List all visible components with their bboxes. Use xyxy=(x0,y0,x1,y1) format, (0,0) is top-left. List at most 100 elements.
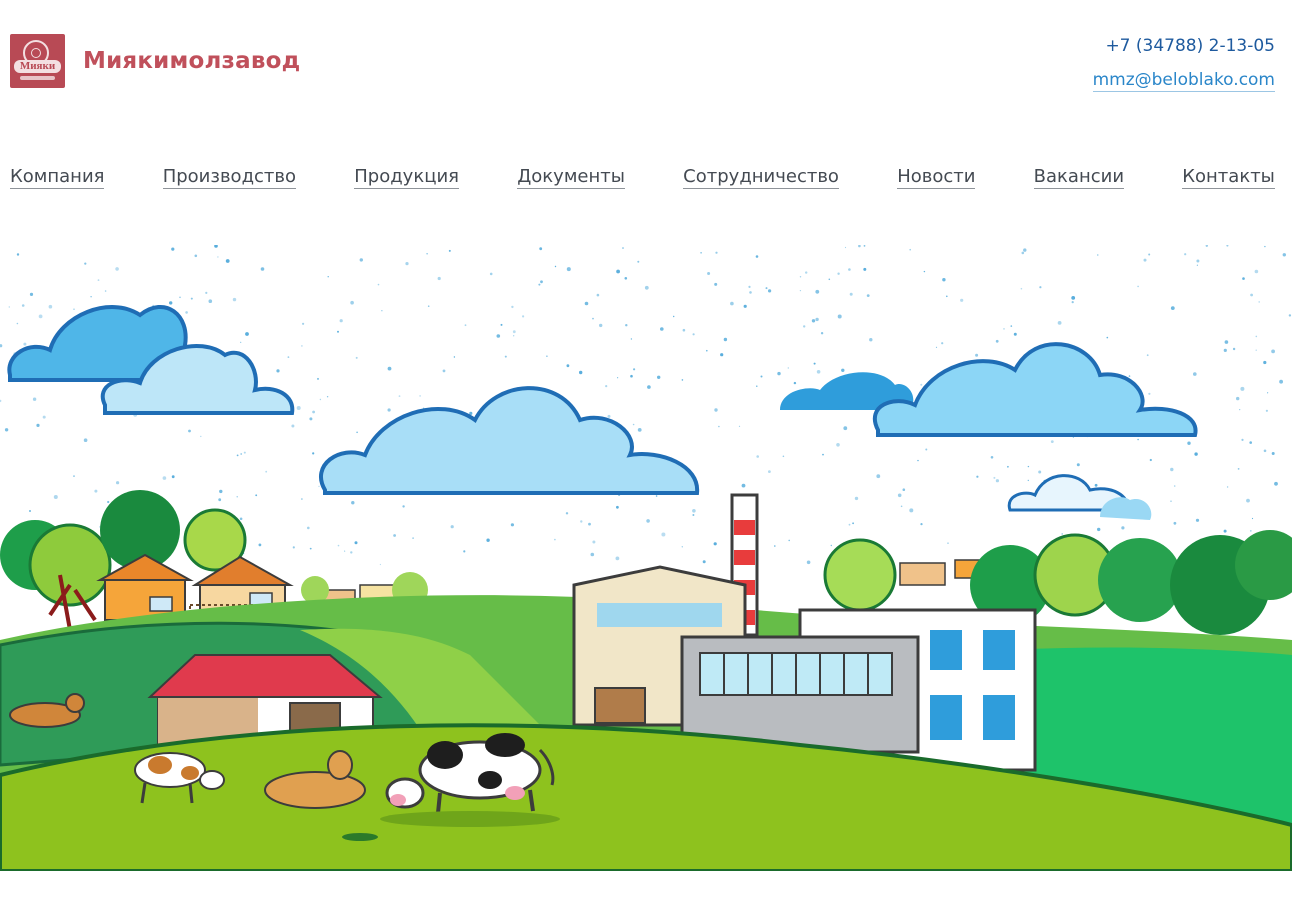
nav-item-cooperation[interactable]: Сотрудничество xyxy=(683,166,839,189)
speckle xyxy=(960,298,964,302)
speckle xyxy=(312,452,315,455)
speckle xyxy=(592,317,594,320)
speckle xyxy=(500,323,503,326)
speckle xyxy=(713,542,717,546)
speckle xyxy=(38,314,43,319)
speckle xyxy=(327,276,329,278)
nav-item-contacts[interactable]: Контакты xyxy=(1182,166,1275,189)
speckle xyxy=(820,332,824,335)
speckle xyxy=(412,537,414,539)
speckle xyxy=(287,356,290,358)
speckle xyxy=(1196,264,1198,266)
speckle xyxy=(1076,463,1080,467)
speckle xyxy=(489,272,493,276)
speckle xyxy=(381,310,383,312)
speckle xyxy=(337,330,339,333)
speckle xyxy=(205,291,208,294)
speckle xyxy=(0,344,3,348)
speckle xyxy=(354,541,358,545)
nav-item-news[interactable]: Новости xyxy=(897,166,976,189)
nav-item-vacancies[interactable]: Вакансии xyxy=(1033,166,1125,189)
speckle xyxy=(947,542,949,544)
speckle xyxy=(655,495,658,497)
speckle xyxy=(768,470,771,473)
speckle xyxy=(510,523,514,527)
speckle xyxy=(681,379,684,381)
speckle xyxy=(276,369,280,373)
speckle xyxy=(1038,470,1042,474)
speckle xyxy=(1057,321,1062,325)
speckle xyxy=(1071,296,1076,300)
speckle xyxy=(426,253,428,255)
grass-shadow-small xyxy=(342,833,378,841)
speckle xyxy=(1205,245,1208,247)
speckle xyxy=(946,295,948,298)
speckle xyxy=(427,305,430,307)
speckle xyxy=(291,424,295,428)
brand-name[interactable]: Миякимолзавод xyxy=(83,48,300,74)
phone-number[interactable]: +7 (34788) 2-13-05 xyxy=(1105,36,1275,56)
speckle xyxy=(84,262,87,265)
speckle xyxy=(714,408,718,412)
nav-item-production[interactable]: Производство xyxy=(162,166,297,189)
speckle xyxy=(592,540,596,544)
speckle xyxy=(319,398,322,401)
speckle xyxy=(185,311,188,314)
speckle xyxy=(16,322,19,325)
speckle xyxy=(863,245,866,247)
speckle xyxy=(512,330,516,334)
speckle xyxy=(925,448,928,451)
email-link[interactable]: mmz@beloblako.com xyxy=(1092,70,1275,92)
nav-item-documents[interactable]: Документы xyxy=(517,166,625,189)
speckle xyxy=(260,267,265,271)
speckle xyxy=(777,371,781,376)
speckle xyxy=(1039,286,1042,289)
speckle xyxy=(217,256,219,258)
speckle xyxy=(116,481,120,485)
speckle xyxy=(617,377,619,379)
speckle xyxy=(200,435,202,438)
speckle xyxy=(863,267,867,271)
speckle xyxy=(706,349,708,352)
speckle xyxy=(243,451,246,454)
speckle xyxy=(630,338,633,340)
speckle xyxy=(162,476,167,480)
speckle xyxy=(993,476,996,479)
speckle xyxy=(1061,533,1063,535)
speckle xyxy=(36,423,40,427)
speckle xyxy=(1254,269,1259,274)
nav-item-company[interactable]: Компания xyxy=(10,166,105,189)
nav-item-products[interactable]: Продукция xyxy=(354,166,459,189)
speckle xyxy=(816,370,821,374)
speckle xyxy=(588,522,591,526)
speckle xyxy=(917,459,919,462)
speckle xyxy=(828,278,831,281)
speckle xyxy=(803,325,806,328)
speckle xyxy=(393,534,396,537)
speckle xyxy=(258,543,262,547)
speckle xyxy=(909,508,914,513)
speckle xyxy=(637,260,640,263)
company-logo[interactable]: Мияки xyxy=(10,34,65,88)
speckle xyxy=(419,395,421,397)
speckle xyxy=(21,304,25,307)
speckle xyxy=(715,251,718,254)
speckle xyxy=(194,254,198,258)
speckle xyxy=(214,245,218,248)
speckle xyxy=(240,341,242,343)
speckle xyxy=(1137,438,1139,441)
speckle xyxy=(350,551,353,554)
speckle xyxy=(579,370,583,375)
speckle xyxy=(909,248,911,251)
speckle xyxy=(622,247,624,249)
speckle xyxy=(799,276,802,278)
speckle xyxy=(1097,254,1099,256)
speckle xyxy=(1071,301,1074,304)
speckle xyxy=(1258,301,1260,303)
speckle xyxy=(486,538,490,542)
speckle xyxy=(738,425,741,427)
speckle xyxy=(359,258,363,262)
site-header: Мияки Миякимолзавод +7 (34788) 2-13-05 m… xyxy=(0,0,1292,130)
speckle xyxy=(442,369,446,373)
speckle xyxy=(841,368,845,372)
